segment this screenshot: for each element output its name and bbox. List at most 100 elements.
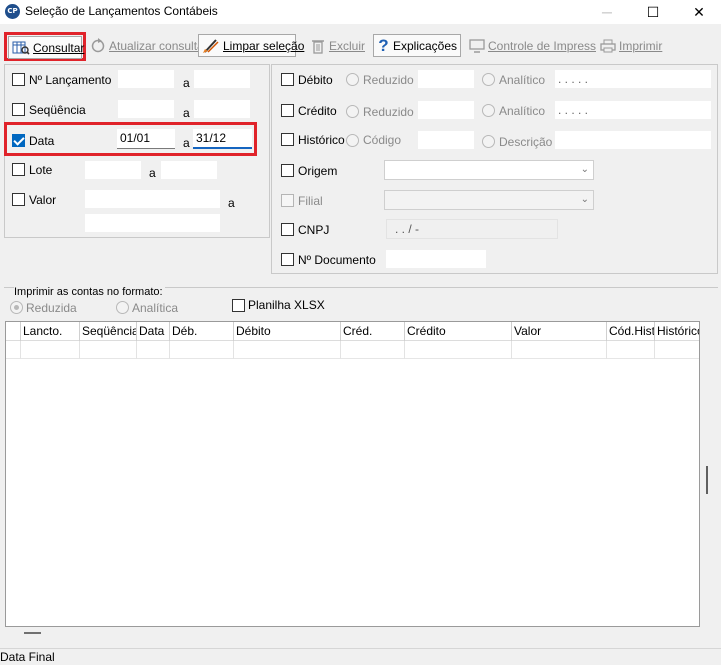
filial-label: Filial (298, 194, 323, 208)
lancamento-from-input[interactable] (117, 69, 175, 89)
sequencia-sep: a (183, 106, 190, 120)
col-header-cred[interactable]: Créd. (340, 322, 404, 341)
consultar-button[interactable]: Consultar (8, 36, 84, 59)
documento-label: Nº Documento (298, 253, 376, 267)
valor-label: Valor (29, 193, 57, 207)
printer-icon (600, 38, 616, 54)
documento-checkbox[interactable] (281, 253, 294, 266)
cnpj-checkbox[interactable] (281, 223, 294, 236)
col-header-cod-hist[interactable]: Cód.Hist. (606, 322, 654, 341)
filial-select[interactable]: ⌄ (384, 190, 594, 210)
analitica-label: Analítica (132, 301, 179, 315)
debito-reduzido-label: Reduzido (363, 73, 414, 87)
planilha-xlsx-checkbox[interactable] (232, 299, 245, 312)
lancamento-label: Nº Lançamento (29, 73, 112, 87)
credito-analitico-radio[interactable] (482, 104, 495, 117)
limpar-selecao-button[interactable]: Limpar seleção (198, 34, 304, 57)
documento-input[interactable] (385, 249, 487, 269)
status-divider (0, 648, 721, 649)
atualizar-consulta-button[interactable]: Atualizar consulta (86, 34, 204, 57)
question-icon: ? (378, 35, 389, 55)
col-header-historico[interactable]: Histórico (654, 322, 699, 341)
debito-analitico-label: Analítico (499, 73, 546, 87)
historico-descricao-label: Descrição (499, 135, 553, 149)
valor-from-input[interactable] (84, 189, 221, 209)
minimize-icon[interactable]: ─ (584, 0, 630, 24)
historico-descricao-input[interactable] (554, 130, 712, 150)
table-row[interactable] (6, 341, 699, 359)
credito-reduzido-radio[interactable] (346, 105, 359, 118)
close-icon[interactable]: ✕ (676, 0, 721, 24)
cnpj-label: CNPJ (298, 223, 330, 237)
sequencia-from-input[interactable] (117, 99, 175, 119)
col-header-lancto[interactable]: Lancto. (20, 322, 84, 341)
planilha-xlsx-label: Planilha XLSX (248, 298, 325, 312)
origem-label: Origem (298, 164, 338, 178)
reduzida-radio[interactable] (10, 301, 23, 314)
col-header-debito[interactable]: Débito (233, 322, 340, 341)
credito-checkbox[interactable] (281, 104, 294, 117)
table-cell (511, 341, 512, 359)
lote-to-input[interactable] (160, 160, 218, 180)
lote-sep: a (149, 166, 156, 180)
sequencia-label: Seqüência (29, 103, 86, 117)
table-cell (79, 341, 80, 359)
explicacoes-label: Explicações (392, 38, 457, 53)
valor-checkbox[interactable] (12, 193, 25, 206)
data-to-input[interactable]: 31/12 (193, 129, 252, 149)
excluir-label: Excluir (328, 38, 365, 53)
analitica-radio[interactable] (116, 301, 129, 314)
table-cell (606, 341, 607, 359)
historico-label: Histórico (298, 133, 345, 147)
maximize-icon[interactable]: ☐ (630, 0, 676, 24)
origem-select[interactable]: ⌄ (384, 160, 594, 180)
grid-header: Lancto. Seqüência Data Déb. Débito Créd.… (6, 322, 699, 341)
window-title: Seleção de Lançamentos Contábeis (25, 4, 218, 18)
monitor-icon (469, 38, 485, 54)
debito-reduzido-input[interactable] (417, 69, 475, 89)
col-header-credito[interactable]: Crédito (404, 322, 511, 341)
historico-codigo-radio[interactable] (346, 134, 359, 147)
vertical-scrollbar-thumb[interactable] (706, 466, 708, 494)
sequencia-checkbox[interactable] (12, 103, 25, 116)
table-cell (340, 341, 341, 359)
table-cell (233, 341, 234, 359)
table-cell (404, 341, 405, 359)
lote-checkbox[interactable] (12, 163, 25, 176)
chevron-down-icon: ⌄ (580, 164, 589, 175)
historico-codigo-input[interactable] (417, 130, 475, 150)
debito-checkbox[interactable] (281, 73, 294, 86)
lote-from-input[interactable] (84, 160, 142, 180)
credito-analitico-input[interactable]: . . . . . (554, 100, 712, 120)
explicacoes-button[interactable]: ? Explicações (373, 34, 461, 57)
origem-checkbox[interactable] (281, 164, 294, 177)
excluir-button[interactable]: Excluir (307, 34, 369, 57)
controle-impressao-button[interactable]: Controle de Impressão (465, 34, 609, 57)
imprimir-button[interactable]: Imprimir (596, 34, 662, 57)
filial-checkbox[interactable] (281, 194, 294, 207)
historico-checkbox[interactable] (281, 133, 294, 146)
data-checkbox[interactable] (12, 134, 25, 147)
debito-analitico-input[interactable]: . . . . . (554, 69, 712, 89)
results-grid[interactable]: Lancto. Seqüência Data Déb. Débito Créd.… (5, 321, 700, 627)
lancamento-checkbox[interactable] (12, 73, 25, 86)
col-header-data[interactable]: Data (136, 322, 169, 341)
lancamento-to-input[interactable] (193, 69, 251, 89)
sequencia-to-input[interactable] (193, 99, 251, 119)
debito-reduzido-radio[interactable] (346, 73, 359, 86)
col-header-sequencia[interactable]: Seqüência (79, 322, 136, 341)
data-from-input[interactable]: 01/01 (117, 129, 175, 149)
col-header-deb[interactable]: Déb. (169, 322, 233, 341)
cnpj-input[interactable]: . . / - (386, 219, 558, 239)
chevron-down-icon: ⌄ (580, 194, 589, 205)
col-header-valor[interactable]: Valor (511, 322, 606, 341)
debito-analitico-radio[interactable] (482, 73, 495, 86)
app-icon: CP (5, 4, 20, 19)
lote-label: Lote (29, 163, 53, 177)
horizontal-scrollbar-thumb[interactable] (24, 632, 41, 634)
table-cell (20, 341, 21, 359)
credito-reduzido-input[interactable] (417, 100, 475, 120)
atualizar-label: Atualizar consulta (109, 38, 204, 53)
valor-to-input[interactable] (84, 213, 221, 233)
historico-descricao-radio[interactable] (482, 135, 495, 148)
